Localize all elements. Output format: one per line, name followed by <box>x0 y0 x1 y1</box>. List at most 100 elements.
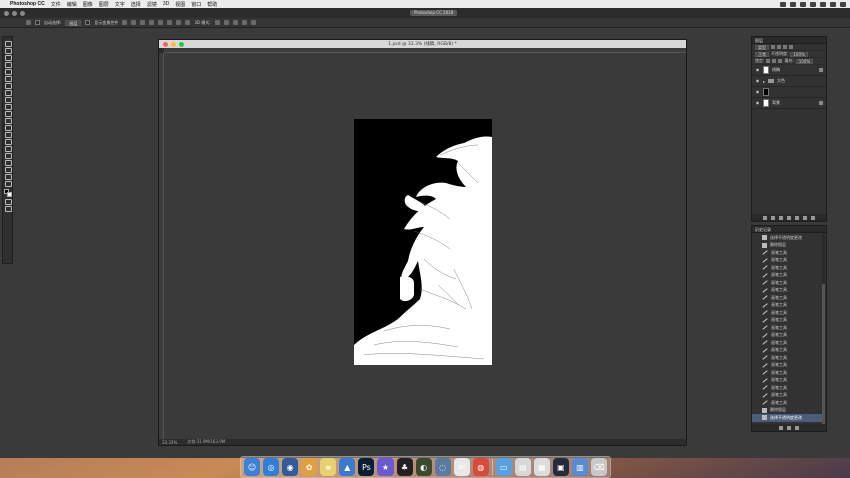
notes-icon[interactable]: ≡ <box>320 458 337 476</box>
opacity-input[interactable]: 100% <box>790 51 808 57</box>
marquee-tool[interactable] <box>4 47 12 54</box>
zoom-button[interactable] <box>20 10 25 16</box>
auto-select-dropdown[interactable]: 图层 <box>65 19 82 26</box>
layer-name[interactable]: 大色 <box>777 78 785 84</box>
eraser-tool[interactable] <box>4 110 12 117</box>
move-tool-icon[interactable] <box>26 20 31 25</box>
link-layers-icon[interactable] <box>763 215 767 220</box>
align-right-icon[interactable] <box>167 20 173 25</box>
screen-mode-tool[interactable] <box>4 205 12 212</box>
filter-shape-icon[interactable] <box>789 45 793 49</box>
screenshot-icon[interactable]: ▦ <box>533 458 550 476</box>
wacom-icon[interactable]: ◐ <box>415 458 432 476</box>
chrome-icon[interactable]: ◍ <box>472 458 489 476</box>
align-top-icon[interactable] <box>122 20 128 25</box>
history-item[interactable]: 画笔工具 <box>752 317 823 325</box>
healing-brush-tool[interactable] <box>4 82 12 89</box>
add-mask-icon[interactable] <box>779 215 783 220</box>
align-left-icon[interactable] <box>149 20 155 25</box>
downloads-icon[interactable]: ▥ <box>571 458 589 476</box>
lock-position-icon[interactable] <box>772 59 777 63</box>
history-brush-tool[interactable] <box>4 103 12 110</box>
layer-kind-filter[interactable]: 类型 <box>755 44 769 50</box>
preview-icon[interactable]: ▤ <box>514 458 531 476</box>
eyedropper-tool[interactable] <box>4 75 12 82</box>
gradient-tool[interactable] <box>4 117 12 124</box>
menu-filter[interactable]: 滤镜 <box>147 1 157 8</box>
new-document-from-state-icon[interactable] <box>779 425 783 430</box>
close-button[interactable] <box>4 10 9 16</box>
layer-name[interactable]: 背景 <box>772 100 780 106</box>
3d-rotate-icon[interactable] <box>214 20 220 25</box>
menu-layer[interactable]: 图层 <box>99 1 109 8</box>
pen-tool[interactable] <box>4 138 12 145</box>
canvas-area[interactable] <box>164 53 686 439</box>
distribute-horizontal-icon[interactable] <box>185 20 191 25</box>
history-item[interactable]: 画笔工具 <box>752 332 823 340</box>
photoshop-icon[interactable]: Ps <box>358 458 375 476</box>
imovie-icon[interactable]: ★ <box>377 458 394 476</box>
menu-edit[interactable]: 编辑 <box>67 1 77 8</box>
battery-icon[interactable] <box>810 1 816 7</box>
history-item[interactable]: 画笔工具 <box>752 249 823 257</box>
quick-mask-tool[interactable] <box>4 198 12 205</box>
history-item[interactable]: 画笔工具 <box>752 302 823 310</box>
safari-icon[interactable]: ◎ <box>263 458 280 476</box>
blur-tool[interactable] <box>4 124 12 131</box>
app-menu[interactable]: Photoshop CC <box>10 1 45 7</box>
hand-tool[interactable] <box>4 166 12 173</box>
3d-roll-icon[interactable] <box>223 20 229 25</box>
history-item[interactable]: 画笔工具 <box>752 279 823 287</box>
new-group-icon[interactable] <box>795 215 799 220</box>
brush-tool[interactable] <box>4 89 12 96</box>
history-item[interactable]: 画笔工具 <box>752 347 823 355</box>
new-layer-icon[interactable] <box>803 215 807 220</box>
menu-window[interactable]: 窗口 <box>191 1 201 8</box>
finder-icon[interactable]: ☺ <box>244 458 261 476</box>
filter-type-icon[interactable] <box>783 45 787 49</box>
history-item[interactable]: 画笔工具 <box>752 257 823 265</box>
history-item[interactable]: 选择不透明度更改 <box>752 234 823 242</box>
visibility-eye-icon[interactable]: ◉ <box>755 101 760 105</box>
align-center-icon[interactable] <box>158 20 164 25</box>
snapshot-icon[interactable] <box>787 425 791 430</box>
clone-stamp-tool[interactable] <box>4 96 12 103</box>
menu-type[interactable]: 文字 <box>115 1 125 8</box>
crop-tool[interactable] <box>4 68 12 75</box>
visibility-eye-icon[interactable]: ◉ <box>755 90 760 94</box>
visibility-eye-icon[interactable]: ◉ <box>755 68 760 72</box>
magic-wand-tool[interactable] <box>4 61 12 68</box>
align-bottom-icon[interactable] <box>140 20 146 25</box>
align-middle-icon[interactable] <box>131 20 137 25</box>
layer-row[interactable]: ◉ 线稿 <box>752 65 826 76</box>
menu-3d[interactable]: 3D <box>163 1 169 7</box>
scroll-thumb[interactable] <box>822 284 825 424</box>
qq-icon[interactable]: ♣ <box>396 458 413 476</box>
filter-adjustment-icon[interactable] <box>777 45 781 49</box>
chrome-alt-icon[interactable]: ◉ <box>282 458 299 476</box>
shape-tool[interactable] <box>4 159 12 166</box>
photos-icon[interactable]: ✿ <box>301 458 318 476</box>
volume-icon[interactable] <box>800 1 806 7</box>
history-item[interactable]: 画笔工具 <box>752 264 823 272</box>
lasso-tool[interactable] <box>4 54 12 61</box>
wechat-icon[interactable]: ✉ <box>453 458 470 476</box>
history-item[interactable]: 选择不透明度更改 <box>752 414 823 422</box>
filter-pixel-icon[interactable] <box>771 45 775 49</box>
clock-icon[interactable] <box>820 1 826 7</box>
history-scrollbar[interactable] <box>822 234 825 424</box>
history-item[interactable]: 画笔工具 <box>752 362 823 370</box>
layer-name[interactable]: 线稿 <box>772 67 780 73</box>
zoom-level[interactable]: 33.33% <box>162 440 177 445</box>
notification-icon[interactable] <box>840 1 846 7</box>
auto-select-checkbox[interactable] <box>35 20 40 25</box>
history-item[interactable]: 画笔工具 <box>752 392 823 400</box>
blend-mode-dropdown[interactable]: 正常 <box>755 51 769 57</box>
delete-layer-icon[interactable] <box>811 215 815 220</box>
history-item[interactable]: 画笔工具 <box>752 272 823 280</box>
layer-row[interactable]: ◉ <box>752 87 826 98</box>
history-item[interactable]: 画笔工具 <box>752 287 823 295</box>
menu-view[interactable]: 视图 <box>175 1 185 8</box>
trash-icon[interactable]: ⌫ <box>591 458 608 476</box>
history-panel-tab[interactable]: 历史记录 <box>752 226 826 233</box>
